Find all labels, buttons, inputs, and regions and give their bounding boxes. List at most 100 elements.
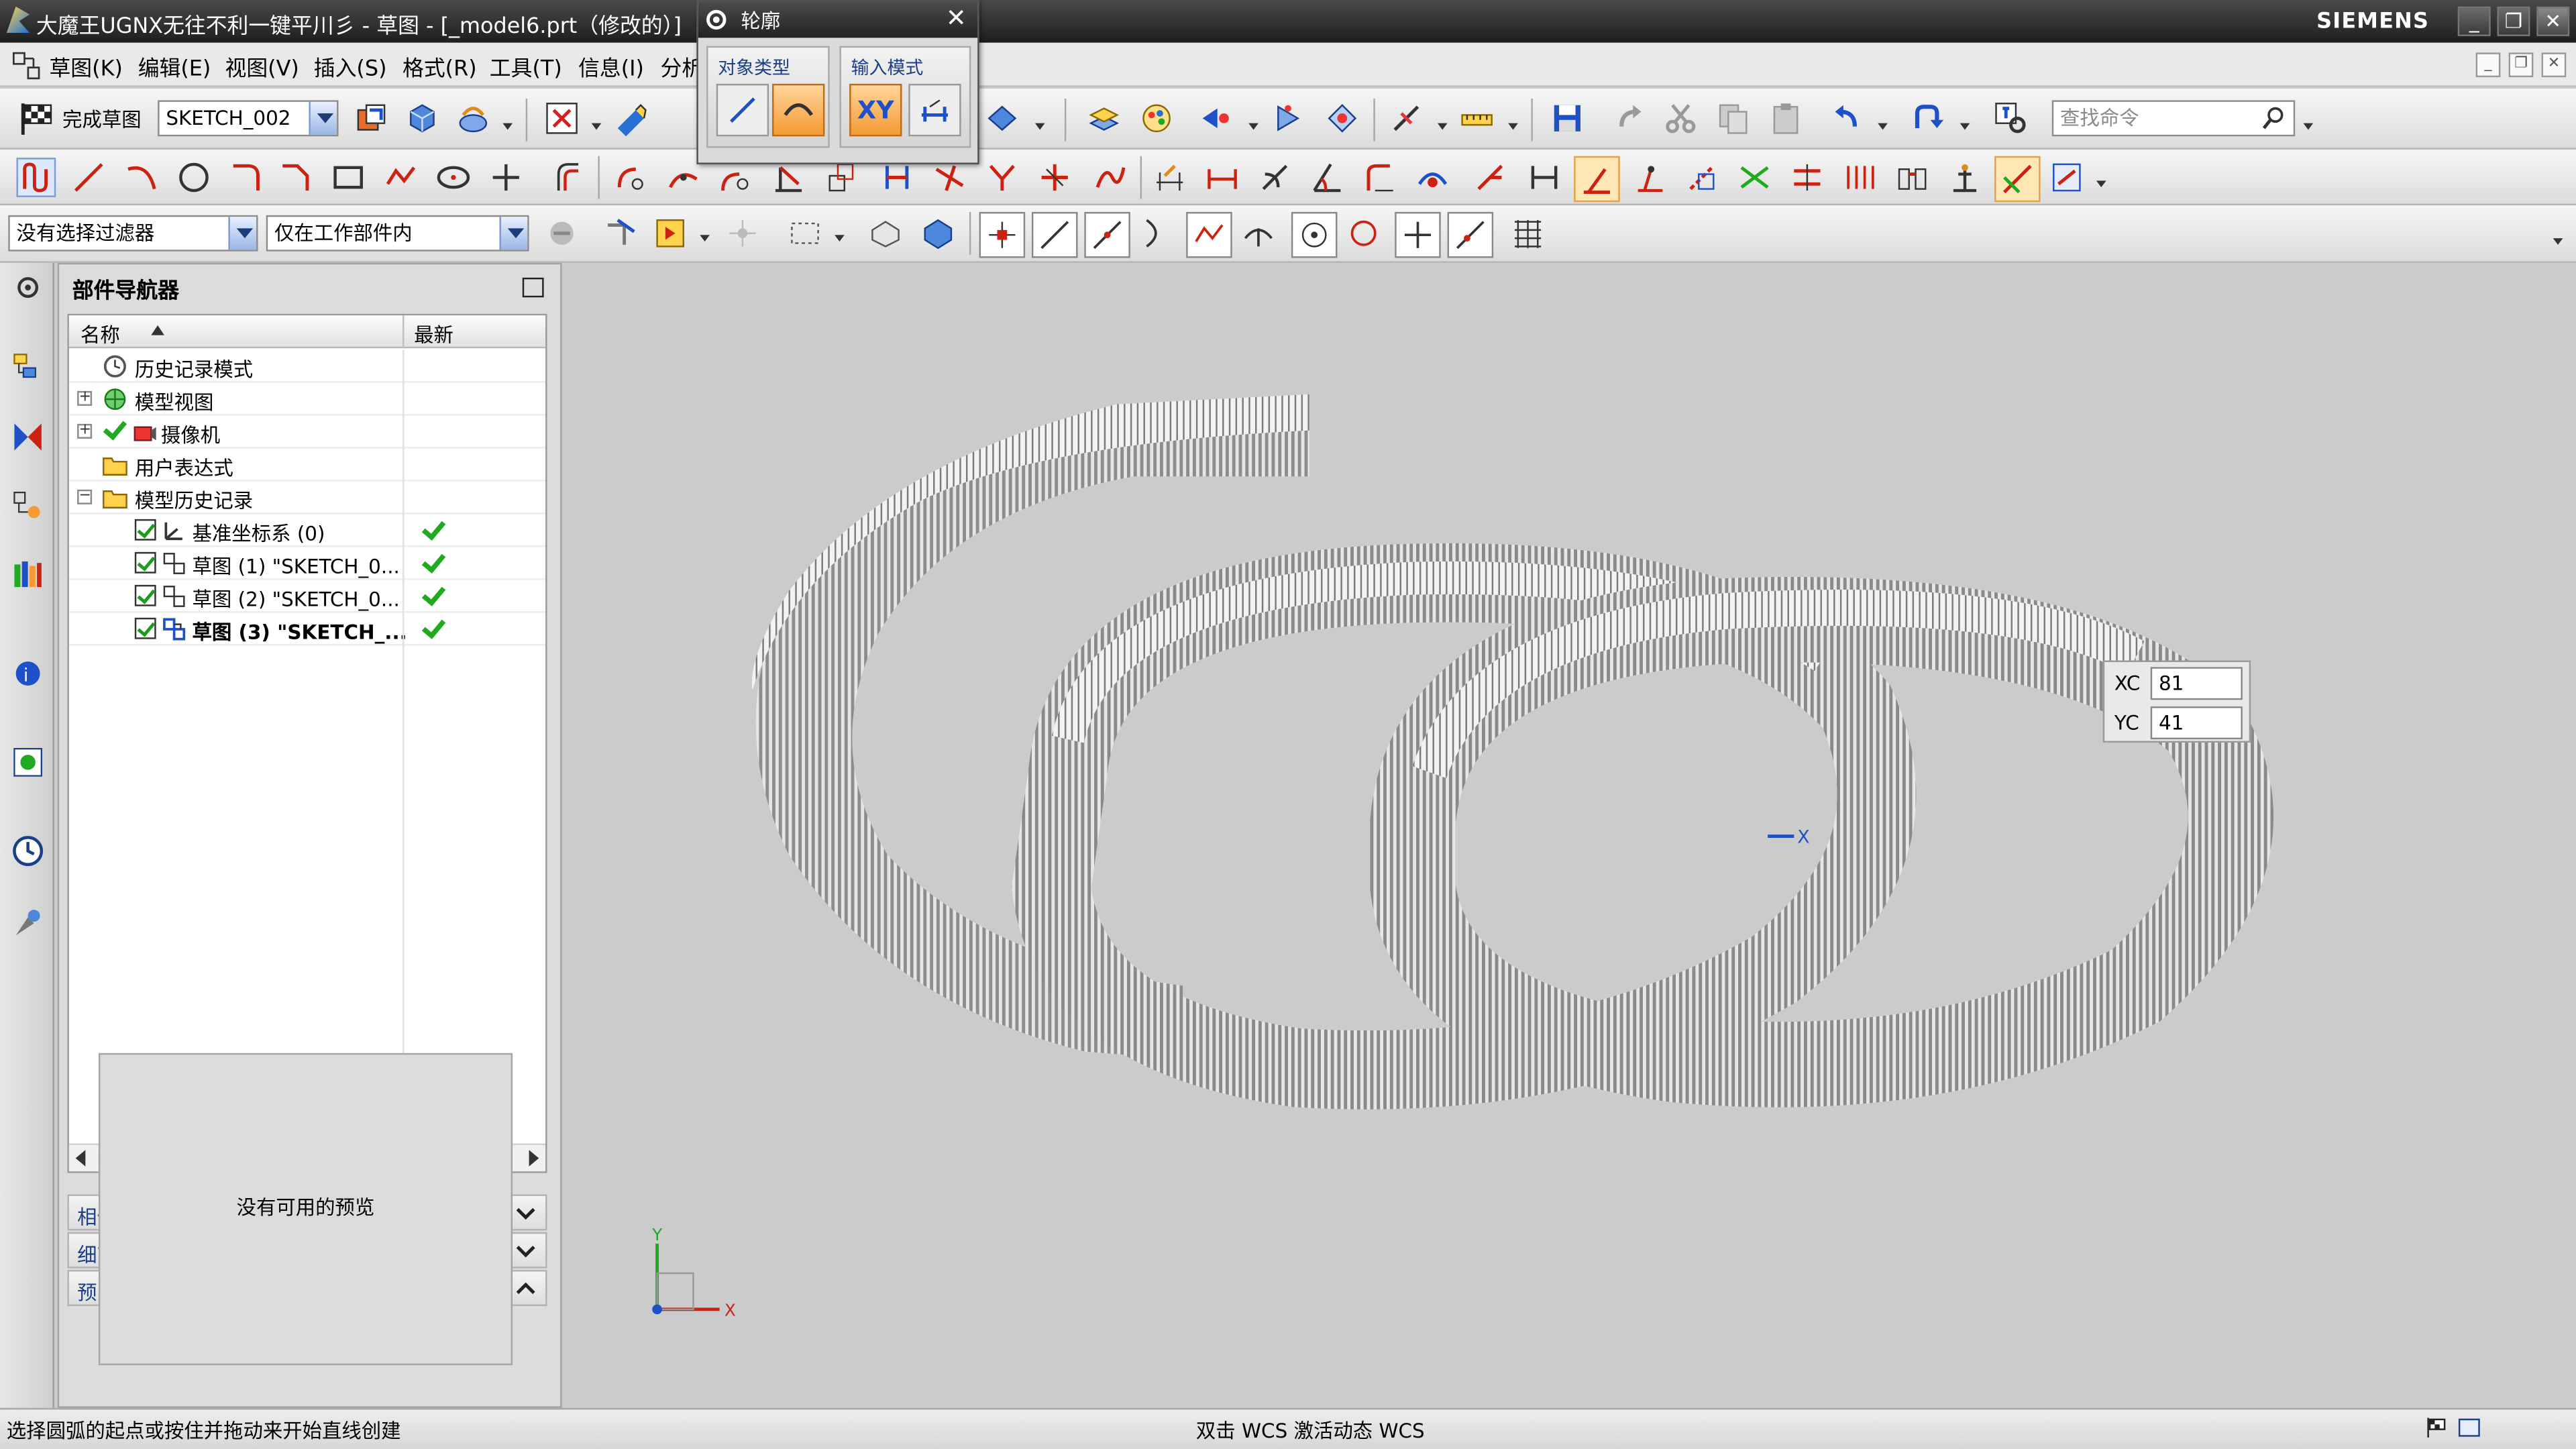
point-tool-icon[interactable] [486, 158, 526, 197]
mdi-minimize-button[interactable]: _ [2475, 52, 2501, 78]
offset-curve-icon[interactable] [549, 158, 588, 197]
transform-icon[interactable] [1322, 99, 1362, 138]
close-icon[interactable]: ✕ [941, 3, 971, 33]
snap-midpoint-icon[interactable] [1084, 211, 1130, 258]
reattach-icon[interactable] [453, 99, 493, 138]
tree-row-datum-csys[interactable]: 基准坐标系 (0) [68, 514, 546, 547]
search-input[interactable]: 查找命令 [2051, 100, 2296, 137]
selection-scope-combo[interactable]: 仅在工作部件内 [266, 215, 529, 252]
chevron-down-icon[interactable] [228, 217, 257, 250]
angular-dimension-icon[interactable] [1307, 158, 1347, 197]
profile-tool-icon[interactable] [16, 158, 56, 197]
studio-spline-icon[interactable] [1091, 158, 1130, 197]
chevron-down-icon[interactable] [502, 121, 514, 133]
wcs-dynamic-icon[interactable] [1387, 99, 1426, 138]
chevron-down-icon[interactable] [1508, 121, 1519, 133]
menu-tools[interactable]: 工具(T) [490, 51, 562, 83]
snap-control-point-icon[interactable] [1186, 211, 1232, 258]
chevron-down-icon[interactable] [1878, 121, 1889, 133]
layer-settings-icon[interactable] [1084, 99, 1124, 138]
collapse-icon[interactable]: − [77, 489, 93, 504]
visibility-checkbox[interactable] [134, 551, 156, 574]
part-navigator-icon[interactable] [7, 335, 50, 401]
tree-row-user-expressions[interactable]: 用户表达式 [68, 448, 546, 482]
parameter-mode-button[interactable] [908, 83, 961, 137]
hd3d-tools-icon[interactable]: i [7, 641, 50, 706]
chevron-down-icon[interactable] [309, 101, 337, 135]
finish-flag-icon[interactable] [2425, 1416, 2448, 1439]
display-constraints-icon[interactable] [1629, 158, 1669, 197]
redo-icon[interactable] [1610, 99, 1650, 138]
copy-icon[interactable] [1713, 99, 1753, 138]
chevron-down-icon[interactable] [2553, 237, 2565, 248]
tree-row-sketch-2[interactable]: 草图 (2) "SKETCH_0... [68, 580, 546, 613]
color-palette-icon[interactable] [1137, 99, 1177, 138]
measure-distance-icon[interactable] [1457, 99, 1497, 138]
chamfer-tool-icon[interactable] [276, 158, 315, 197]
visibility-checkbox[interactable] [134, 617, 156, 639]
orient-view-to-sketch-icon[interactable] [352, 99, 391, 138]
scroll-left-icon[interactable] [75, 1150, 86, 1167]
chevron-down-icon[interactable] [1034, 121, 1046, 133]
history-icon[interactable] [7, 818, 50, 884]
rectangle-tool-icon[interactable] [329, 158, 368, 197]
system-materials-icon[interactable] [7, 890, 50, 956]
pattern-curve-icon[interactable] [611, 158, 651, 197]
perimeter-dimension-icon[interactable] [1360, 158, 1400, 197]
maximize-icon[interactable] [522, 277, 544, 298]
chevron-down-icon[interactable] [591, 121, 603, 133]
fillet-tool-icon[interactable] [227, 158, 266, 197]
close-window-button[interactable]: ✕ [2536, 6, 2570, 36]
restore-button[interactable]: ❐ [2497, 6, 2530, 36]
show-constraints-icon[interactable] [1574, 156, 1620, 203]
tree-row-sketch-3-active[interactable]: 草图 (3) "SKETCH_... [68, 612, 546, 646]
linear-dimension-icon[interactable] [1203, 158, 1242, 197]
filter-reset-icon[interactable] [542, 213, 582, 253]
arc-type-button[interactable] [772, 83, 825, 137]
sketch-name-combo[interactable]: SKETCH_002 [158, 100, 339, 137]
column-latest-header[interactable]: 最新 [414, 321, 453, 349]
ellipse-tool-icon[interactable] [434, 158, 474, 197]
mdi-close-button[interactable]: ✕ [2541, 52, 2567, 78]
web-browser-icon[interactable] [7, 729, 50, 795]
graphics-window[interactable]: X Y X [564, 262, 2576, 1408]
chevron-down-icon[interactable] [1960, 121, 1972, 133]
auto-constrain-icon[interactable] [1525, 158, 1564, 197]
rectangle-select-icon[interactable] [786, 213, 825, 253]
scroll-right-icon[interactable] [529, 1150, 539, 1167]
snap-point-icon[interactable] [723, 213, 763, 253]
general-selection-intent-icon[interactable] [651, 213, 690, 253]
snap-intersection-icon[interactable] [1239, 213, 1279, 253]
tree-row-model-views[interactable]: + 模型视图 [68, 382, 546, 416]
create-inferred-constraints-icon[interactable] [1840, 158, 1880, 197]
chevron-up-icon[interactable] [513, 1275, 539, 1301]
snap-point-on-curve-icon[interactable] [1447, 211, 1494, 258]
chevron-down-icon[interactable] [513, 1237, 539, 1263]
chevron-down-icon[interactable] [1248, 121, 1260, 133]
polygon-tool-icon[interactable] [381, 158, 421, 197]
make-corner-icon[interactable] [983, 158, 1022, 197]
snap-endpoint-icon[interactable] [979, 211, 1026, 258]
visibility-checkbox[interactable] [134, 584, 156, 606]
chevron-down-icon[interactable] [513, 1199, 539, 1226]
undo-icon[interactable] [1827, 99, 1866, 138]
move-object-icon[interactable] [1269, 99, 1308, 138]
orient-view-to-model-icon[interactable] [402, 99, 442, 138]
snap-endpoint-line-icon[interactable] [1031, 211, 1078, 258]
animate-dimension-icon[interactable] [1945, 158, 1985, 197]
finish-sketch-button[interactable]: 完成草图 [62, 105, 142, 133]
minimize-button[interactable]: _ [2457, 6, 2491, 36]
chevron-down-icon[interactable] [2096, 179, 2108, 191]
repeat-command-icon[interactable] [1909, 99, 1949, 138]
rapid-dimension-icon[interactable] [1150, 158, 1189, 197]
visibility-checkbox[interactable] [134, 519, 156, 541]
mdi-restore-button[interactable]: ❐ [2508, 52, 2534, 78]
chevron-down-icon[interactable] [835, 233, 846, 245]
xc-input[interactable]: 81 [2150, 667, 2243, 700]
expand-icon[interactable]: + [77, 423, 93, 439]
tree-row-history-mode[interactable]: 历史记录模式 [68, 350, 546, 383]
circle-tool-icon[interactable] [174, 158, 214, 197]
menu-sketch[interactable]: 草图(K) [49, 51, 122, 83]
select-bodies-icon[interactable] [918, 213, 958, 253]
menu-edit[interactable]: 编辑(E) [138, 51, 211, 83]
